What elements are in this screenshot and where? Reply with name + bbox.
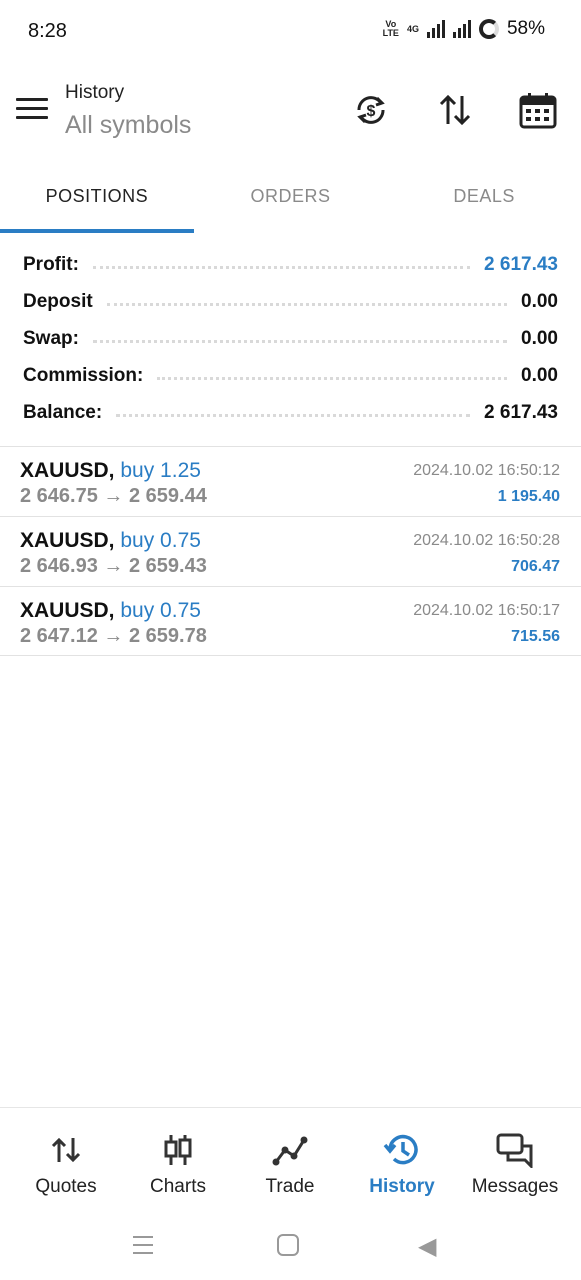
charts-icon — [164, 1135, 192, 1165]
summary-row-balance: Balance: 2 617.43 — [0, 394, 581, 431]
page-title: History — [65, 82, 125, 103]
home-button[interactable] — [277, 1234, 299, 1256]
menu-icon[interactable] — [16, 98, 48, 122]
tab-deals[interactable]: DEALS — [387, 160, 581, 232]
nav-trade[interactable]: Trade — [232, 1108, 348, 1213]
active-tab-indicator — [0, 229, 194, 233]
battery-percent: 58% — [506, 18, 545, 39]
currency-sync-icon[interactable]: $ — [351, 90, 391, 130]
summary-label: Deposit — [23, 290, 93, 312]
quotes-icon — [51, 1137, 81, 1163]
summary-label: Profit: — [23, 253, 79, 275]
summary-value: 0.00 — [521, 290, 558, 312]
deal-profit: 715.56 — [511, 628, 560, 645]
tab-positions[interactable]: POSITIONS — [0, 160, 194, 232]
deal-side: buy 0.75 — [120, 599, 201, 622]
summary-label: Commission: — [23, 364, 144, 386]
nav-label: History — [369, 1176, 435, 1197]
summary-value: 0.00 — [521, 327, 558, 349]
deal-symbol: XAUUSD, buy 0.75 — [20, 599, 201, 622]
nav-label: Messages — [471, 1176, 559, 1197]
nav-label: Quotes — [35, 1176, 97, 1197]
summary-label: Swap: — [23, 327, 79, 349]
bottom-nav: Quotes Charts Trade History Messages — [0, 1107, 581, 1212]
tab-orders[interactable]: ORDERS — [194, 160, 388, 232]
svg-text:$: $ — [367, 103, 376, 120]
deal-symbol: XAUUSD, buy 1.25 — [20, 459, 201, 482]
summary-row-commission: Commission: 0.00 — [0, 357, 581, 394]
deal-profit: 1 195.40 — [497, 488, 560, 505]
deal-prices: 2 646.93 → 2 659.43 — [20, 555, 207, 577]
history-icon — [383, 1134, 418, 1165]
summary-label: Balance: — [23, 401, 103, 423]
back-button[interactable]: ◀ — [418, 1232, 436, 1261]
nav-charts[interactable]: Charts — [120, 1108, 236, 1213]
summary-panel: Profit: 2 617.43 Deposit 0.00 Swap: 0.00… — [0, 246, 581, 431]
tab-bar: POSITIONS ORDERS DEALS — [0, 160, 581, 234]
summary-value: 2 617.43 — [484, 253, 558, 275]
dotted-leader — [92, 340, 508, 343]
summary-row-swap: Swap: 0.00 — [0, 320, 581, 357]
dotted-leader — [106, 303, 508, 306]
summary-value: 0.00 — [521, 364, 558, 386]
status-bar: 8:28 Vo LTE 4G 58% — [0, 0, 581, 64]
symbol-filter[interactable]: All symbols — [65, 111, 191, 140]
calendar-icon[interactable] — [518, 90, 558, 130]
deal-symbol: XAUUSD, buy 0.75 — [20, 529, 201, 552]
clock: 8:28 — [28, 20, 67, 42]
battery-icon — [478, 19, 499, 39]
volte-icon: Vo LTE — [382, 19, 399, 38]
system-nav-bar: ◀ — [0, 1212, 581, 1280]
nav-messages[interactable]: Messages — [457, 1108, 573, 1213]
trade-icon — [272, 1136, 308, 1166]
dotted-leader — [92, 266, 471, 269]
deal-profit: 706.47 — [511, 558, 560, 575]
nav-label: Trade — [265, 1176, 315, 1197]
signal-icon — [426, 20, 445, 38]
sort-icon[interactable] — [435, 90, 475, 130]
deal-time: 2024.10.02 16:50:28 — [413, 532, 560, 549]
nav-history[interactable]: History — [344, 1108, 460, 1213]
status-icons: Vo LTE 4G 58% — [383, 18, 545, 40]
deal-time: 2024.10.02 16:50:12 — [413, 462, 560, 479]
summary-row-deposit: Deposit 0.00 — [0, 283, 581, 320]
dotted-leader — [157, 377, 508, 380]
deal-prices: 2 647.12 → 2 659.78 — [20, 625, 207, 647]
deal-prices: 2 646.75 → 2 659.44 — [20, 485, 207, 507]
deal-side: buy 0.75 — [120, 529, 201, 552]
network-type: 4G — [406, 24, 419, 34]
list-item[interactable]: XAUUSD, buy 1.25 2 646.75 → 2 659.44 202… — [0, 447, 581, 516]
summary-row-profit: Profit: 2 617.43 — [0, 246, 581, 283]
list-item[interactable]: XAUUSD, buy 0.75 2 647.12 → 2 659.78 202… — [0, 587, 581, 656]
messages-icon — [496, 1133, 533, 1168]
signal-icon-2 — [452, 20, 471, 38]
app-bar: History All symbols $ — [0, 64, 581, 160]
deal-side: buy 1.25 — [120, 459, 201, 482]
nav-label: Charts — [150, 1176, 206, 1197]
recent-apps-button[interactable] — [133, 1236, 153, 1254]
nav-quotes[interactable]: Quotes — [8, 1108, 124, 1213]
dotted-leader — [116, 414, 471, 417]
deal-time: 2024.10.02 16:50:17 — [413, 602, 560, 619]
divider — [0, 655, 581, 656]
summary-value: 2 617.43 — [484, 401, 558, 423]
list-item[interactable]: XAUUSD, buy 0.75 2 646.93 → 2 659.43 202… — [0, 517, 581, 586]
